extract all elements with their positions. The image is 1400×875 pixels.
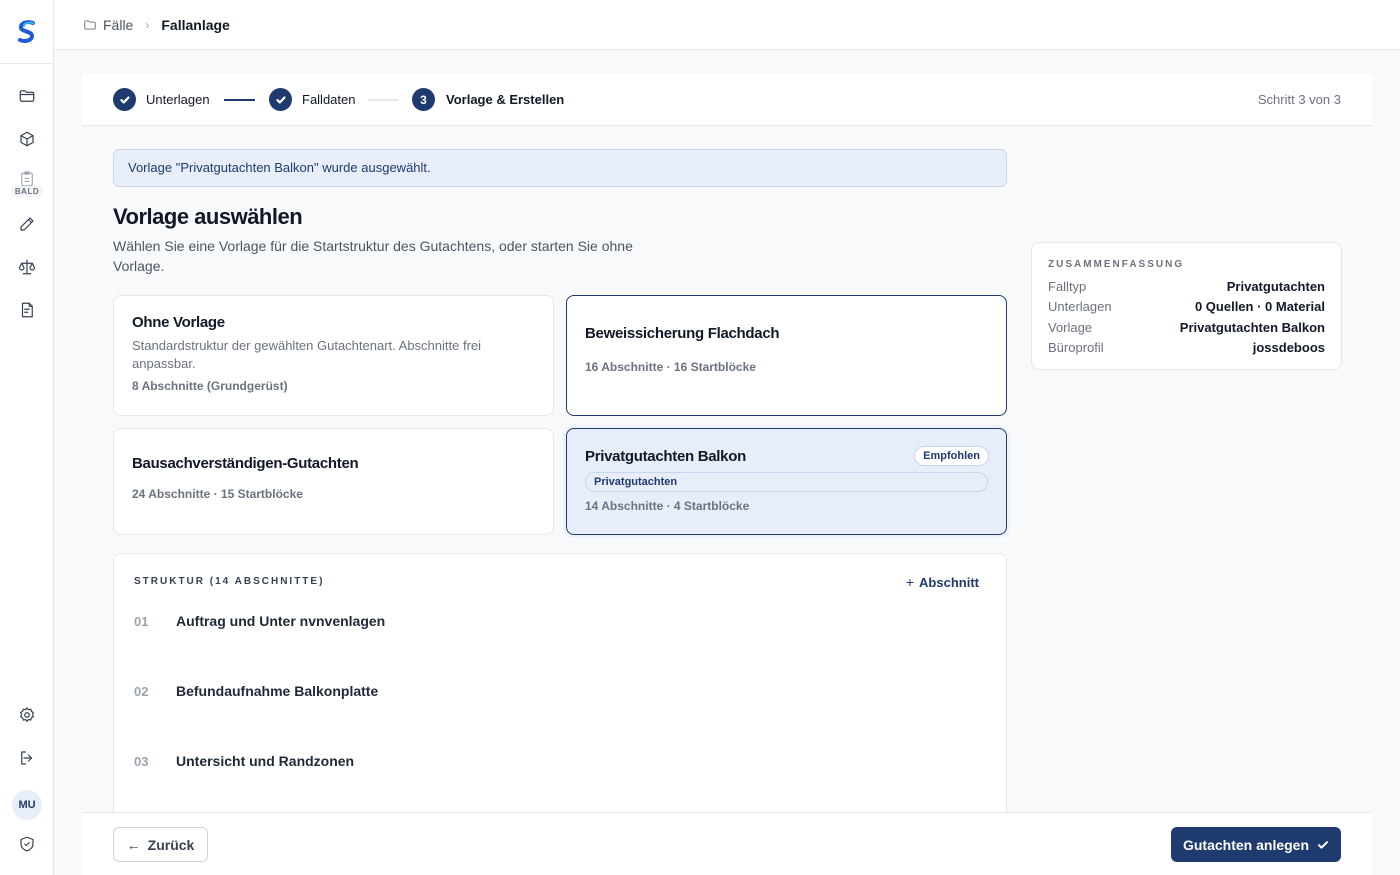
breadcrumb-parent[interactable]: Fälle: [103, 17, 133, 33]
topbar: Fälle › Fallanlage: [54, 0, 1400, 50]
structure-panel: STRUKTUR (14 ABSCHNITTE) + Abschnitt 01 …: [113, 553, 1007, 843]
step-done-icon: [113, 88, 136, 111]
step-label-unterlagen[interactable]: Unterlagen: [146, 92, 210, 107]
soon-badge: BALD: [10, 186, 44, 197]
step-number: 3: [412, 88, 435, 111]
summary-value: 0 Quellen · 0 Material: [1194, 299, 1325, 315]
page-subtitle: Wählen Sie eine Vorlage für die Startstr…: [113, 238, 633, 274]
summary-row: Falltyp Privatgutachten: [1048, 276, 1325, 297]
create-report-button[interactable]: Gutachten anlegen: [1171, 827, 1341, 862]
step-connector: [368, 99, 399, 101]
step-label-vorlage: Vorlage & Erstellen: [446, 92, 565, 107]
box-icon[interactable]: [14, 126, 40, 152]
recommended-badge: Empfohlen: [914, 446, 989, 466]
scale-icon[interactable]: [14, 254, 40, 280]
footer-bar: ← Zurück Gutachten anlegen: [82, 812, 1372, 875]
template-card-bausachverstaendigen[interactable]: Bausachverständigen-Gutachten 24 Abschni…: [113, 428, 554, 535]
step-done-icon: [269, 88, 292, 111]
section-row[interactable]: 01 Auftrag und Unter nvnvenlagen: [134, 613, 385, 629]
add-section-button[interactable]: + Abschnitt: [906, 574, 979, 590]
step-counter: Schritt 3 von 3: [1257, 92, 1341, 107]
section-name: Befundaufnahme Balkonplatte: [176, 683, 379, 699]
folder-icon[interactable]: [14, 83, 40, 109]
section-row[interactable]: 02 Befundaufnahme Balkonplatte: [134, 683, 378, 699]
summary-key: Unterlagen: [1048, 299, 1112, 315]
template-title: Beweissicherung Flachdach: [585, 325, 780, 342]
logo-icon: [18, 19, 35, 43]
step-connector: [224, 99, 255, 101]
summary-key: Falltyp: [1048, 278, 1087, 294]
summary-key: Büroprofil: [1048, 340, 1104, 356]
shield-icon[interactable]: [14, 831, 40, 857]
summary-key: Vorlage: [1048, 319, 1093, 335]
document-icon[interactable]: [14, 297, 40, 323]
check-icon: [1318, 840, 1329, 849]
step-label-falldaten[interactable]: Falldaten: [302, 92, 355, 107]
avatar[interactable]: MU: [12, 790, 42, 820]
template-title: Ohne Vorlage: [132, 314, 225, 331]
template-title: Bausachverständigen-Gutachten: [132, 455, 359, 472]
template-meta: 8 Abschnitte (Grundgerüst): [132, 379, 288, 393]
gear-icon[interactable]: [14, 702, 40, 728]
info-banner: Vorlage "Privatgutachten Balkon" wurde a…: [113, 149, 1007, 187]
section-number: 01: [134, 613, 149, 629]
page-title: Vorlage auswählen: [113, 204, 303, 229]
template-card-ohne-vorlage[interactable]: Ohne Vorlage Standardstruktur der gewähl…: [113, 295, 554, 416]
sidebar: BALD MU: [0, 0, 54, 875]
arrow-left-icon: ←: [126, 836, 141, 853]
summary-row: Büroprofil jossdeboos: [1048, 338, 1325, 359]
create-button-label: Gutachten anlegen: [1182, 836, 1310, 853]
section-name: Auftrag und Unter nvnvenlagen: [176, 613, 386, 629]
summary-row: Vorlage Privatgutachten Balkon: [1048, 317, 1325, 338]
summary-row: Unterlagen 0 Quellen · 0 Material: [1048, 297, 1325, 318]
template-card-privatgutachten-balkon[interactable]: Privatgutachten Balkon Empfohlen Privatg…: [566, 428, 1007, 535]
app-logo[interactable]: [0, 0, 54, 64]
section-name: Untersicht und Randzonen: [176, 753, 355, 769]
template-meta: 24 Abschnitte · 15 Startblöcke: [132, 487, 303, 501]
section-number: 03: [134, 753, 149, 769]
section-row[interactable]: 03 Untersicht und Randzonen: [134, 753, 354, 769]
section-number: 02: [134, 683, 149, 699]
plus-icon: +: [905, 574, 915, 590]
breadcrumb-current: Fallanlage: [161, 16, 230, 33]
summary-value: Privatgutachten: [1226, 278, 1325, 294]
template-card-beweissicherung[interactable]: Beweissicherung Flachdach 16 Abschnitte …: [566, 295, 1007, 416]
structure-title: STRUKTUR (14 ABSCHNITTE): [134, 576, 325, 587]
summary-value: Privatgutachten Balkon: [1179, 319, 1325, 335]
template-type-tag: Privatgutachten: [585, 472, 988, 492]
template-meta: 16 Abschnitte · 16 Startblöcke: [585, 360, 756, 374]
breadcrumb: Fälle › Fallanlage: [83, 17, 230, 33]
stepper: Unterlagen Falldaten 3 Vorlage & Erstell…: [82, 74, 1372, 126]
summary-title: ZUSAMMENFASSUNG: [1048, 259, 1185, 270]
add-section-label: Abschnitt: [919, 574, 979, 590]
summary-value: jossdeboos: [1252, 340, 1325, 356]
clipboard-soon-item: BALD: [10, 170, 44, 204]
summary-panel: ZUSAMMENFASSUNG Falltyp Privatgutachten …: [1031, 242, 1342, 370]
template-description: Standardstruktur der gewählten Gutachten…: [132, 338, 482, 371]
back-button-label: Zurück: [147, 836, 195, 853]
back-button[interactable]: ← Zurück: [113, 827, 208, 862]
chevron-right-icon: ›: [145, 17, 150, 32]
logout-icon[interactable]: [14, 745, 40, 771]
template-meta: 14 Abschnitte · 4 Startblöcke: [585, 499, 750, 513]
folder-icon: [84, 19, 96, 30]
pen-icon[interactable]: [14, 211, 40, 237]
